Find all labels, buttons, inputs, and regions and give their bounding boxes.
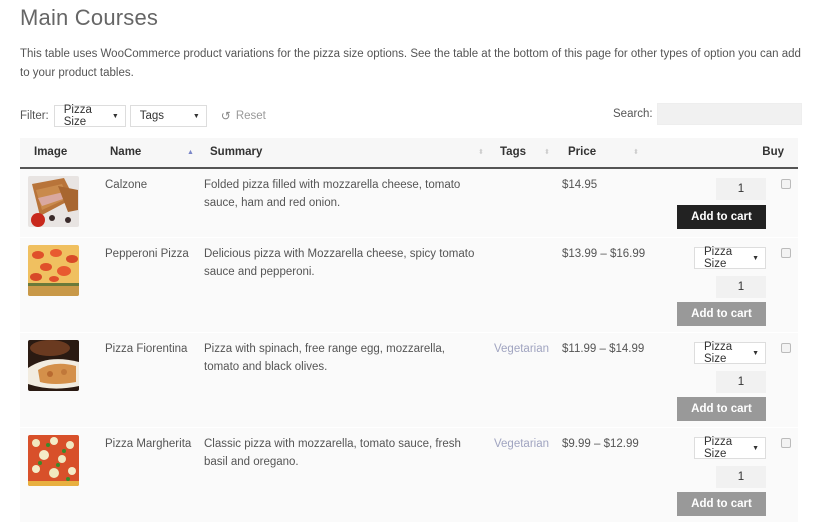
search-input[interactable]	[656, 103, 802, 125]
pizza-size-filter-label: Pizza Size	[63, 104, 92, 128]
select-checkbox[interactable]	[781, 343, 791, 353]
product-name: Pizza Fiorentina	[105, 343, 188, 355]
table-row: Pepperoni Pizza Delicious pizza with Moz…	[20, 238, 798, 333]
pizza-size-select-label: Pizza Size	[704, 246, 733, 270]
chevron-down-icon: ▼	[192, 112, 200, 120]
reset-button[interactable]: ↺ Reset	[221, 109, 266, 123]
search-box: Search:	[613, 103, 802, 125]
product-price: $13.99 – $16.99	[562, 248, 646, 260]
tag-link[interactable]: Vegetarian	[494, 340, 549, 358]
pizza-margherita-image	[28, 435, 79, 486]
pizza-size-select[interactable]: Pizza Size ▼	[694, 246, 766, 270]
column-header-image: Image	[34, 146, 68, 158]
table-header: Image Name ▲ Summary ⬍ Tags ⬍ Price ⬍ Bu…	[20, 138, 798, 169]
table-row: Pizza Fiorentina Pizza with spinach, fre…	[20, 333, 798, 428]
pizza-size-select-label: Pizza Size	[704, 436, 733, 460]
quantity-input[interactable]	[716, 466, 766, 488]
column-header-summary[interactable]: Summary	[210, 138, 262, 167]
add-to-cart-button[interactable]: Add to cart	[677, 205, 766, 229]
add-to-cart-button[interactable]: Add to cart	[677, 397, 766, 421]
reset-label: Reset	[235, 110, 266, 122]
quantity-input[interactable]	[716, 178, 766, 200]
tags-filter-label: Tags	[139, 110, 165, 122]
page-title: Main Courses	[20, 5, 159, 30]
tags-filter[interactable]: Tags ▼	[129, 105, 207, 127]
add-to-cart-button[interactable]: Add to cart	[677, 492, 766, 516]
product-table: Image Name ▲ Summary ⬍ Tags ⬍ Price ⬍ Bu…	[20, 138, 798, 523]
chevron-down-icon: ▼	[752, 444, 759, 452]
sort-icon[interactable]: ⬍	[478, 138, 484, 167]
column-header-name[interactable]: Name	[110, 138, 141, 167]
add-to-cart-button[interactable]: Add to cart	[677, 302, 766, 326]
product-name: Pepperoni Pizza	[105, 248, 189, 260]
filter-bar: Filter: Pizza Size ▼ Tags ▼ ↺ Reset	[20, 104, 266, 128]
calzone-image	[28, 176, 79, 227]
intro-text: This table uses WooCommerce product vari…	[20, 48, 801, 79]
product-summary: Delicious pizza with Mozzarella cheese, …	[204, 248, 475, 278]
product-price: $11.99 – $14.99	[562, 343, 645, 355]
quantity-input[interactable]	[716, 276, 766, 298]
sort-icon[interactable]: ⬍	[544, 138, 550, 167]
pizza-size-filter[interactable]: Pizza Size ▼	[53, 104, 126, 128]
quantity-input[interactable]	[716, 371, 766, 393]
select-checkbox[interactable]	[781, 179, 791, 189]
product-price: $9.99 – $12.99	[562, 438, 639, 450]
chevron-down-icon: ▼	[752, 349, 759, 357]
filter-label: Filter:	[20, 110, 49, 122]
chevron-down-icon: ▼	[752, 254, 759, 262]
product-name: Calzone	[105, 179, 148, 191]
column-header-price[interactable]: Price	[568, 138, 596, 167]
product-summary: Classic pizza with mozzarella, tomato sa…	[204, 438, 461, 468]
tag-link[interactable]: Vegetarian	[494, 435, 549, 453]
table-row: Calzone Folded pizza filled with mozzare…	[20, 169, 798, 238]
product-summary: Folded pizza filled with mozzarella chee…	[204, 179, 461, 209]
select-checkbox[interactable]	[781, 248, 791, 258]
table-row: Pizza Margherita Classic pizza with mozz…	[20, 428, 798, 523]
search-label: Search:	[613, 108, 653, 120]
chevron-down-icon: ▼	[111, 112, 119, 120]
undo-icon: ↺	[220, 109, 231, 123]
product-name: Pizza Margherita	[105, 438, 192, 450]
column-header-buy: Buy	[762, 146, 784, 158]
pizza-size-select[interactable]: Pizza Size ▼	[694, 341, 766, 365]
select-checkbox[interactable]	[781, 438, 791, 448]
pizza-size-select-label: Pizza Size	[704, 341, 733, 365]
product-summary: Pizza with spinach, free range egg, mozz…	[204, 343, 445, 373]
pepperoni-pizza-image	[28, 245, 79, 296]
pizza-fiorentina-image	[28, 340, 79, 391]
sort-icon[interactable]: ⬍	[633, 138, 639, 167]
pizza-size-select[interactable]: Pizza Size ▼	[694, 436, 766, 460]
sort-ascending-icon[interactable]: ▲	[187, 138, 194, 167]
product-price: $14.95	[562, 179, 598, 191]
column-header-tags[interactable]: Tags	[500, 138, 526, 167]
